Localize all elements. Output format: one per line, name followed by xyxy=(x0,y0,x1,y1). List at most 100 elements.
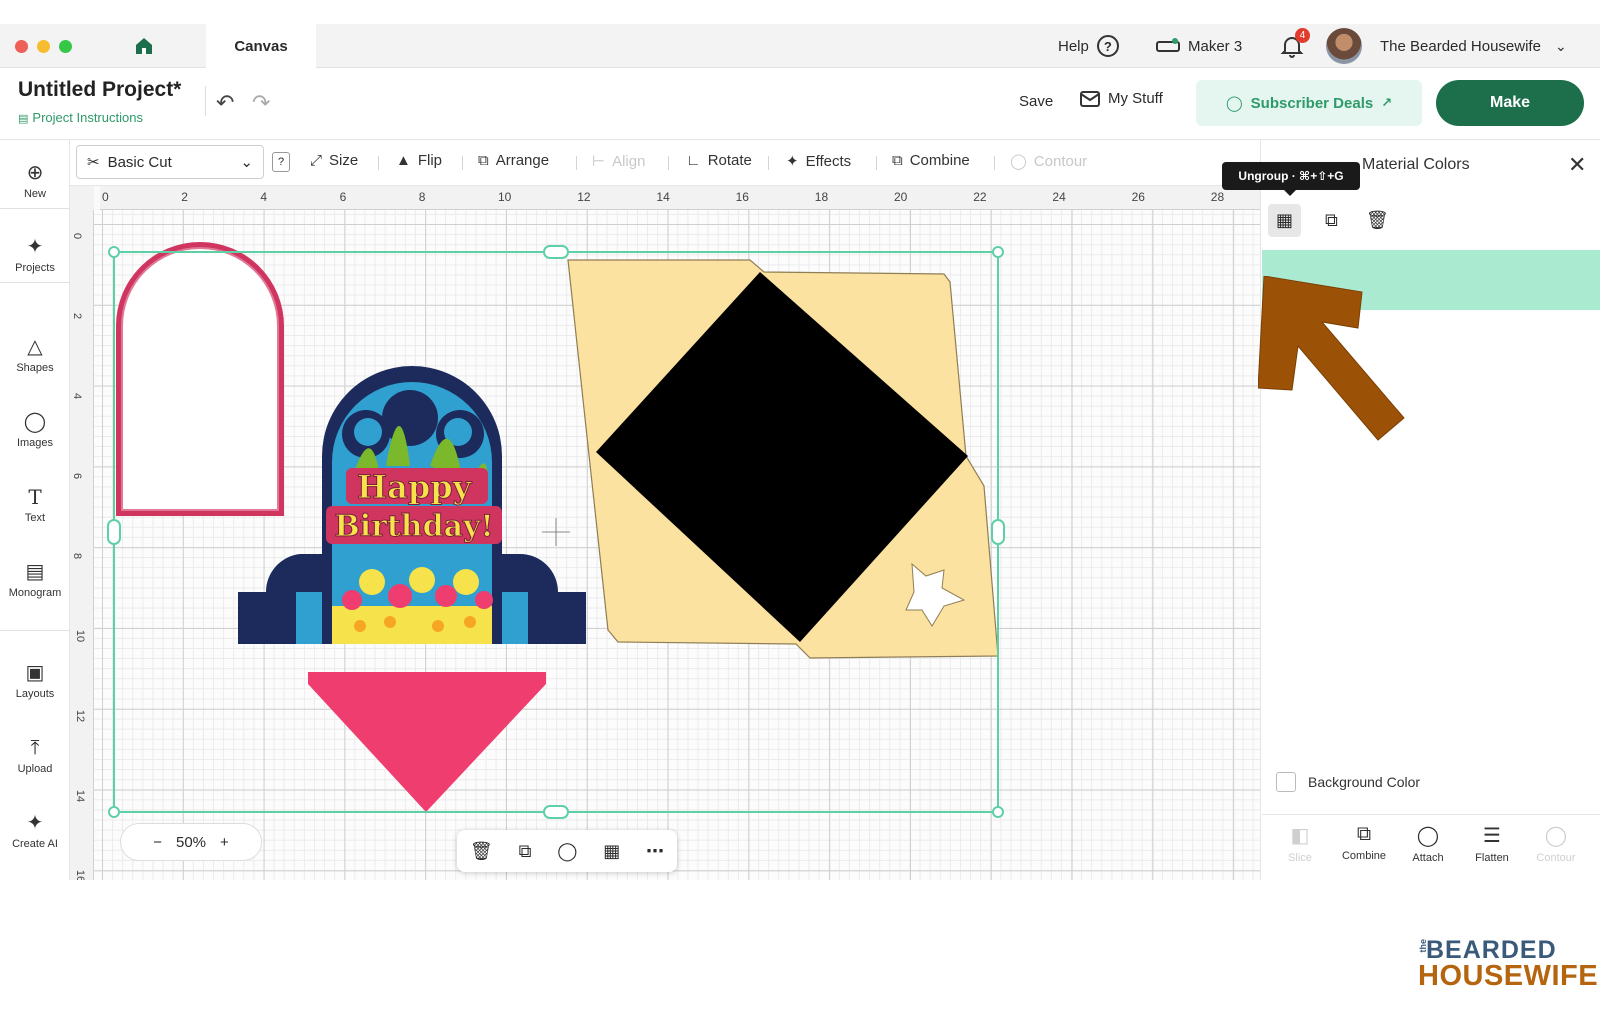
more-icon[interactable]: ⋯ xyxy=(646,841,664,862)
contour-tool[interactable]: ◯ Contour xyxy=(1010,152,1087,171)
magic-wand-icon: ✦ xyxy=(786,153,799,170)
sidebar-item-label: Layouts xyxy=(15,688,55,700)
project-instructions-link[interactable]: ▤ Project Instructions xyxy=(18,110,143,125)
sidebar-item-projects[interactable]: ✦ Projects xyxy=(0,236,70,274)
card-happy-text: Happy xyxy=(357,468,473,506)
flip-tool[interactable]: ▲ Flip xyxy=(396,152,442,169)
tool-label: Combine xyxy=(909,152,970,169)
contour-button[interactable]: ◯ Contour xyxy=(1526,823,1586,864)
close-window-button[interactable] xyxy=(15,40,28,53)
selection-handle[interactable] xyxy=(992,806,1004,818)
sidebar-item-upload[interactable]: ⤒ Upload xyxy=(0,737,70,775)
home-icon[interactable] xyxy=(134,36,154,56)
selection-handle[interactable] xyxy=(992,246,1004,258)
attach-button[interactable]: ◯ Attach xyxy=(1398,823,1458,864)
tool-label: Combine xyxy=(1341,850,1387,862)
zoom-in-button[interactable]: + xyxy=(220,834,229,851)
machine-selector[interactable]: Maker 3 xyxy=(1156,24,1242,68)
ungroup-icon[interactable]: ▦ xyxy=(603,841,620,862)
edit-toolbar: ✂ Basic Cut ⌄ ? ⤢ Size ▲ Flip ⧉ Arrange ⊢ Al… xyxy=(70,140,1260,186)
combine-icon: ⧉ xyxy=(1356,823,1372,845)
envelope-shape[interactable] xyxy=(567,259,999,659)
arrange-tool[interactable]: ⧉ Arrange xyxy=(478,152,549,169)
background-color-checkbox[interactable] xyxy=(1276,772,1296,792)
text-icon: T xyxy=(28,485,42,509)
design-objects[interactable]: Happy Birthday! xyxy=(70,186,1260,880)
tool-label: Flatten xyxy=(1475,852,1509,864)
machine-label: Maker 3 xyxy=(1188,37,1243,55)
help-menu[interactable]: Help ? xyxy=(1058,24,1119,68)
rotate-tool[interactable]: ∟ Rotate xyxy=(686,152,752,169)
resize-icon: ⤢ xyxy=(310,152,323,169)
subscriber-deals-label: Subscriber Deals xyxy=(1250,94,1374,112)
external-link-icon: ↗ xyxy=(1381,95,1393,110)
sidebar-item-monogram[interactable]: ▤ Monogram xyxy=(0,561,70,599)
subscriber-deals-button[interactable]: ◯ Subscriber Deals ↗ xyxy=(1196,80,1422,126)
background-color-option[interactable]: Background Color xyxy=(1276,772,1420,792)
size-tool[interactable]: ⤢ Size xyxy=(310,152,358,169)
lightbulb-icon: ◯ xyxy=(23,411,47,433)
help-label: Help xyxy=(1058,37,1089,55)
tool-label: Arrange xyxy=(495,152,550,169)
undo-icon[interactable]: ↶ xyxy=(216,90,234,116)
design-canvas[interactable]: 0 2 4 6 8 10 12 14 16 18 20 22 24 26 28 0 2 4 6 8 10 12 14 16 xyxy=(70,186,1260,880)
save-button[interactable]: Save xyxy=(1019,93,1053,110)
divider xyxy=(876,156,877,170)
zoom-out-button[interactable]: − xyxy=(153,834,162,851)
make-button[interactable]: Make xyxy=(1436,80,1584,126)
divider xyxy=(462,156,463,170)
machine-icon xyxy=(1156,38,1180,52)
selection-handle[interactable] xyxy=(543,805,569,819)
annotation-arrow xyxy=(1258,276,1405,441)
project-title[interactable]: Untitled Project* xyxy=(18,78,181,102)
sidebar-item-layouts[interactable]: ▣ Layouts xyxy=(0,662,70,700)
tool-label: Flip xyxy=(417,152,443,169)
slice-button[interactable]: ◧ Slice xyxy=(1270,823,1330,864)
ungroup-icon[interactable]: ▦ xyxy=(1268,204,1302,237)
my-stuff-label: My Stuff xyxy=(1108,90,1163,107)
title-bar: Canvas Help ? Maker 3 4 The Bearded Hous… xyxy=(0,24,1600,68)
minimize-window-button[interactable] xyxy=(37,40,50,53)
user-menu[interactable]: The Bearded Housewife ⌄ xyxy=(1380,24,1567,68)
attach-icon[interactable]: ◯ xyxy=(557,841,577,862)
birthday-card[interactable]: Happy Birthday! xyxy=(238,366,586,644)
flatten-button[interactable]: ☰ Flatten xyxy=(1462,823,1522,864)
duplicate-icon[interactable]: ⧉ xyxy=(1321,204,1342,237)
trash-icon[interactable]: 🗑 xyxy=(470,841,493,862)
sidebar-item-label: Upload xyxy=(17,763,53,775)
sidebar-item-new[interactable]: ⊕ New xyxy=(0,162,70,200)
sidebar-item-images[interactable]: ◯ Images xyxy=(0,411,70,449)
sidebar-item-create-ai[interactable]: ✦ Create AI xyxy=(0,812,70,850)
align-icon: ⊢ xyxy=(592,153,606,170)
align-tool[interactable]: ⊢ Align xyxy=(592,152,645,171)
close-icon[interactable]: ✕ xyxy=(1568,152,1586,178)
sidebar-item-text[interactable]: T Text xyxy=(0,486,70,524)
my-stuff-button[interactable]: My Stuff xyxy=(1080,90,1163,107)
operation-dropdown[interactable]: ✂ Basic Cut ⌄ xyxy=(76,145,264,179)
layer-actions: ▦ ⧉ 🗑 xyxy=(1268,204,1393,237)
combine-tool[interactable]: ⧉ Combine xyxy=(892,152,970,169)
zoom-value: 50% xyxy=(175,833,207,851)
sidebar-item-label: Create AI xyxy=(12,838,58,850)
selection-handle[interactable] xyxy=(108,806,120,818)
selection-handle[interactable] xyxy=(991,519,1005,545)
panel-title: Material Colors xyxy=(1362,156,1470,173)
tab-canvas[interactable]: Canvas xyxy=(206,24,316,68)
arch-frame-inner xyxy=(121,247,279,511)
operation-help-button[interactable]: ? xyxy=(272,152,290,172)
combine-button[interactable]: ⧉ Combine xyxy=(1334,823,1394,862)
redo-icon[interactable]: ↷ xyxy=(252,90,270,116)
sidebar-item-shapes[interactable]: △ Shapes xyxy=(0,336,70,374)
slice-icon: ◧ xyxy=(1290,825,1310,847)
zoom-window-button[interactable] xyxy=(59,40,72,53)
selection-handle[interactable] xyxy=(543,245,569,259)
selection-handle[interactable] xyxy=(107,519,121,545)
selection-handle[interactable] xyxy=(108,246,120,258)
envelope-icon xyxy=(1080,90,1100,107)
duplicate-icon[interactable]: ⧉ xyxy=(519,841,532,862)
trash-icon[interactable]: 🗑 xyxy=(1362,204,1393,237)
contour-icon: ◯ xyxy=(1544,825,1568,847)
pink-triangle[interactable] xyxy=(308,672,546,812)
effects-tool[interactable]: ✦ Effects xyxy=(786,152,851,171)
avatar[interactable] xyxy=(1326,28,1362,64)
